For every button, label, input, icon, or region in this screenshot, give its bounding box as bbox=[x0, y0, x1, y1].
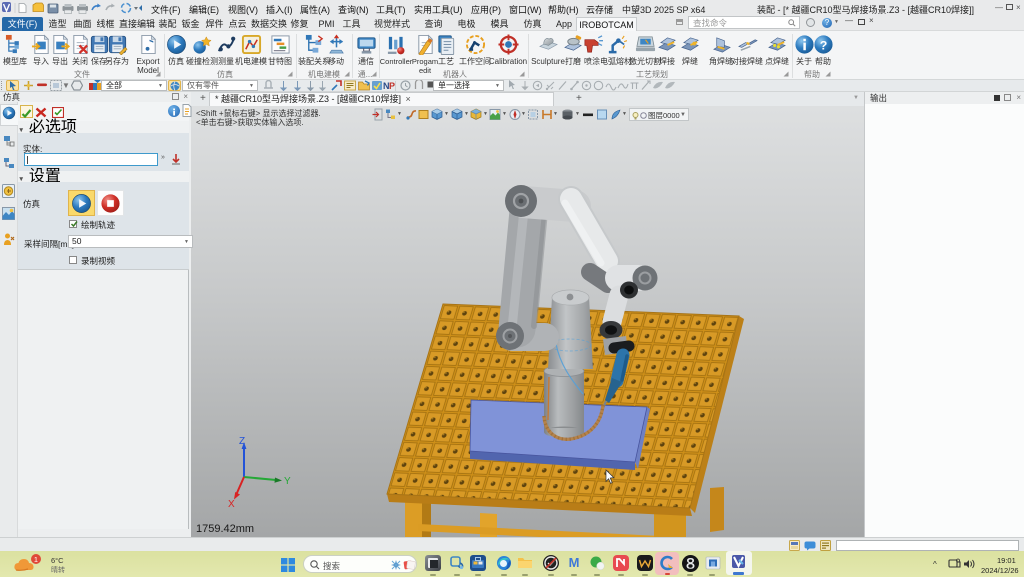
svg-text:X: X bbox=[228, 499, 235, 510]
svg-text:1: 1 bbox=[34, 555, 38, 564]
svg-text:Z: Z bbox=[239, 436, 245, 447]
svg-text:?: ? bbox=[819, 38, 827, 52]
svg-text:Y: Y bbox=[284, 476, 291, 487]
